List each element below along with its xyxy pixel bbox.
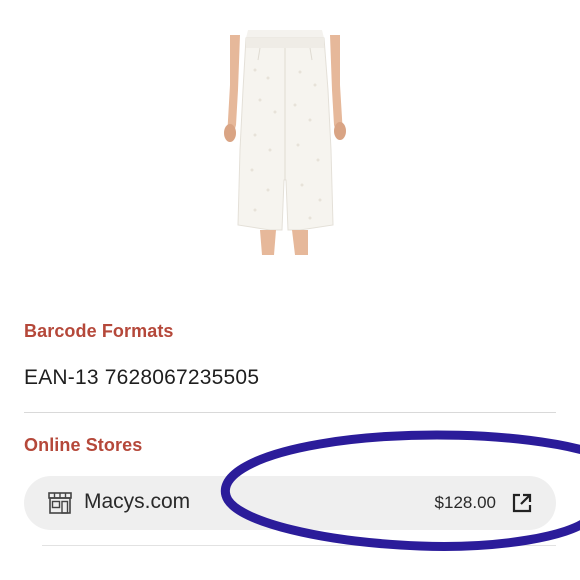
online-stores-heading: Online Stores xyxy=(24,435,143,455)
product-page: Barcode Formats EAN-13 7628067235505 Onl… xyxy=(0,0,580,580)
storefront-icon xyxy=(48,492,72,514)
product-image xyxy=(224,30,346,255)
barcode-value: EAN-13 7628067235505 xyxy=(24,366,260,389)
external-link-icon[interactable] xyxy=(512,493,532,513)
barcode-formats-heading: Barcode Formats xyxy=(24,321,174,341)
store-row-macys[interactable]: Macys.com $128.00 xyxy=(24,476,556,530)
store-name: Macys.com xyxy=(84,490,191,513)
store-price: $128.00 xyxy=(434,493,496,512)
divider xyxy=(42,545,556,546)
divider xyxy=(24,412,556,413)
